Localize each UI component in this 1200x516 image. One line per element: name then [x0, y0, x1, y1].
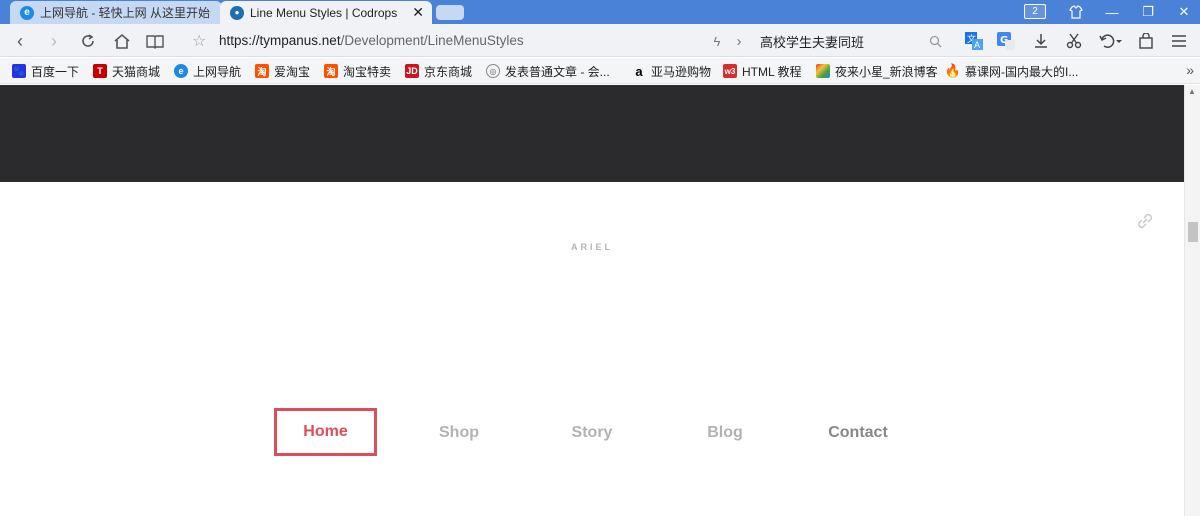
taobao-sale-icon: 淘 — [324, 64, 338, 78]
home-button[interactable] — [110, 29, 134, 53]
google-translate-icon[interactable]: G — [995, 30, 1017, 52]
codrops-icon: ● — [230, 5, 244, 20]
tab-title: 上网导航 - 轻快上网 从这里开始 — [40, 6, 210, 20]
sina-blog-icon — [816, 64, 830, 78]
tab-line-menu-styles[interactable]: ● Line Menu Styles | Codrops ✕ — [220, 1, 432, 24]
bookmark-jd[interactable]: JD 京东商城 — [405, 63, 472, 79]
bookmark-label: 天猫商城 — [112, 64, 161, 79]
bookmark-imooc[interactable]: 🔥 慕课网-国内最大的I... — [944, 63, 1079, 79]
bookmark-sina-blog[interactable]: 夜来小星_新浪博客 — [816, 63, 938, 79]
bookmark-label: 夜来小星_新浪博客 — [835, 64, 938, 79]
translate-icon[interactable]: 文A — [963, 30, 985, 52]
section-title: ARIEL — [571, 242, 613, 252]
taobao-icon: 淘 — [255, 64, 269, 78]
menu-item-home[interactable]: Home — [274, 408, 377, 456]
shirt-icon[interactable] — [1058, 0, 1094, 24]
chevron-right-icon[interactable]: › — [728, 30, 750, 52]
bookmarks-bar: 🐾 百度一下 T 天猫商城 e 上网导航 淘 爱淘宝 淘 淘宝特卖 JD 京东商… — [0, 58, 1200, 84]
menu-icon[interactable] — [1168, 30, 1190, 52]
search-input[interactable]: 高校学生夫妻同班 — [760, 30, 946, 52]
ie-icon: e — [20, 5, 34, 20]
bookmark-shangwang[interactable]: e 上网导航 — [174, 63, 241, 79]
shopping-bag-icon[interactable] — [1135, 30, 1157, 52]
url-host: https://tympanus.net — [219, 33, 341, 48]
w3-icon: w3 — [723, 64, 737, 78]
bookmark-label: HTML 教程 — [742, 64, 802, 79]
bookmark-label: 京东商城 — [424, 64, 473, 79]
bookmark-label: 慕课网-国内最大的I... — [965, 64, 1079, 79]
globe-icon: ◎ — [486, 64, 500, 78]
restore-button[interactable]: ❐ — [1130, 0, 1166, 24]
minimize-button[interactable]: — — [1094, 0, 1130, 24]
address-bar[interactable]: https://tympanus.net/Development/LineMen… — [219, 33, 524, 48]
bookmark-label: 淘宝特卖 — [343, 64, 392, 79]
svg-text:A: A — [974, 41, 981, 51]
lightning-icon[interactable]: ϟ — [706, 30, 728, 52]
bookmark-star-icon[interactable]: ☆ — [192, 31, 206, 51]
amazon-icon: a — [635, 63, 643, 79]
bookmark-label: 爱淘宝 — [274, 64, 311, 79]
bookmark-baidu[interactable]: 🐾 百度一下 — [12, 63, 79, 79]
forward-button[interactable]: › — [42, 29, 66, 53]
url-path: /Development/LineMenuStyles — [340, 33, 524, 48]
menu-item-shop[interactable]: Shop — [420, 415, 498, 451]
bookmark-label: 亚马逊购物 — [651, 64, 712, 79]
tab-count-badge[interactable]: 2 — [1024, 4, 1046, 19]
bookmark-taobao-temai[interactable]: 淘 淘宝特卖 — [324, 63, 391, 79]
menu-item-blog[interactable]: Blog — [686, 415, 764, 451]
undo-dropdown-icon[interactable] — [1096, 30, 1126, 52]
close-window-button[interactable]: ✕ — [1166, 0, 1200, 24]
search-text: 高校学生夫妻同班 — [760, 34, 865, 50]
bookmark-label: 百度一下 — [31, 64, 80, 79]
bookmark-aitaobao[interactable]: 淘 爱淘宝 — [255, 63, 310, 79]
navigation-bar: ‹ › ☆ https://tympanus.net/Development/L… — [0, 24, 1200, 57]
page-content: ARIEL Home Shop Story Blog Contact — [0, 85, 1184, 516]
back-button[interactable]: ‹ — [8, 29, 32, 53]
scroll-thumb[interactable] — [1188, 222, 1198, 242]
tab-bar: e 上网导航 - 轻快上网 从这里开始 ● Line Menu Styles |… — [0, 0, 1200, 24]
close-tab-icon[interactable]: ✕ — [412, 4, 424, 21]
bookmark-label: 发表普通文章 - 会... — [505, 64, 610, 79]
bookmark-tmall[interactable]: T 天猫商城 — [93, 63, 160, 79]
chevron-double-right-icon[interactable]: » — [1186, 62, 1194, 78]
download-icon[interactable] — [1030, 30, 1052, 52]
link-icon[interactable] — [1134, 210, 1156, 232]
search-icon[interactable] — [924, 30, 946, 52]
bookmark-fabiao-wenzhang[interactable]: ◎ 发表普通文章 - 会... — [486, 63, 610, 79]
new-tab-button[interactable] — [436, 5, 464, 20]
scroll-up-icon[interactable]: ▲ — [1188, 87, 1196, 96]
tab-title: Line Menu Styles | Codrops — [250, 5, 398, 20]
flame-icon: 🔥 — [944, 63, 962, 78]
scissors-icon[interactable] — [1063, 30, 1085, 52]
reader-mode-icon[interactable] — [143, 29, 167, 53]
vertical-scrollbar[interactable]: ▲ — [1184, 85, 1200, 516]
bookmark-amazon[interactable]: a 亚马逊购物 — [632, 63, 711, 79]
menu-item-story[interactable]: Story — [553, 415, 631, 451]
paw-icon: 🐾 — [12, 64, 26, 78]
bookmark-label: 上网导航 — [193, 64, 242, 79]
bookmark-html-jiaocheng[interactable]: w3 HTML 教程 — [723, 63, 802, 79]
refresh-button[interactable] — [76, 29, 100, 53]
ie-icon: e — [174, 64, 188, 78]
tmall-icon: T — [93, 64, 107, 78]
jd-icon: JD — [405, 64, 419, 78]
menu-item-contact[interactable]: Contact — [815, 415, 901, 451]
tab-shangwang-daohang[interactable]: e 上网导航 - 轻快上网 从这里开始 — [10, 1, 222, 24]
header-band — [0, 85, 1184, 182]
